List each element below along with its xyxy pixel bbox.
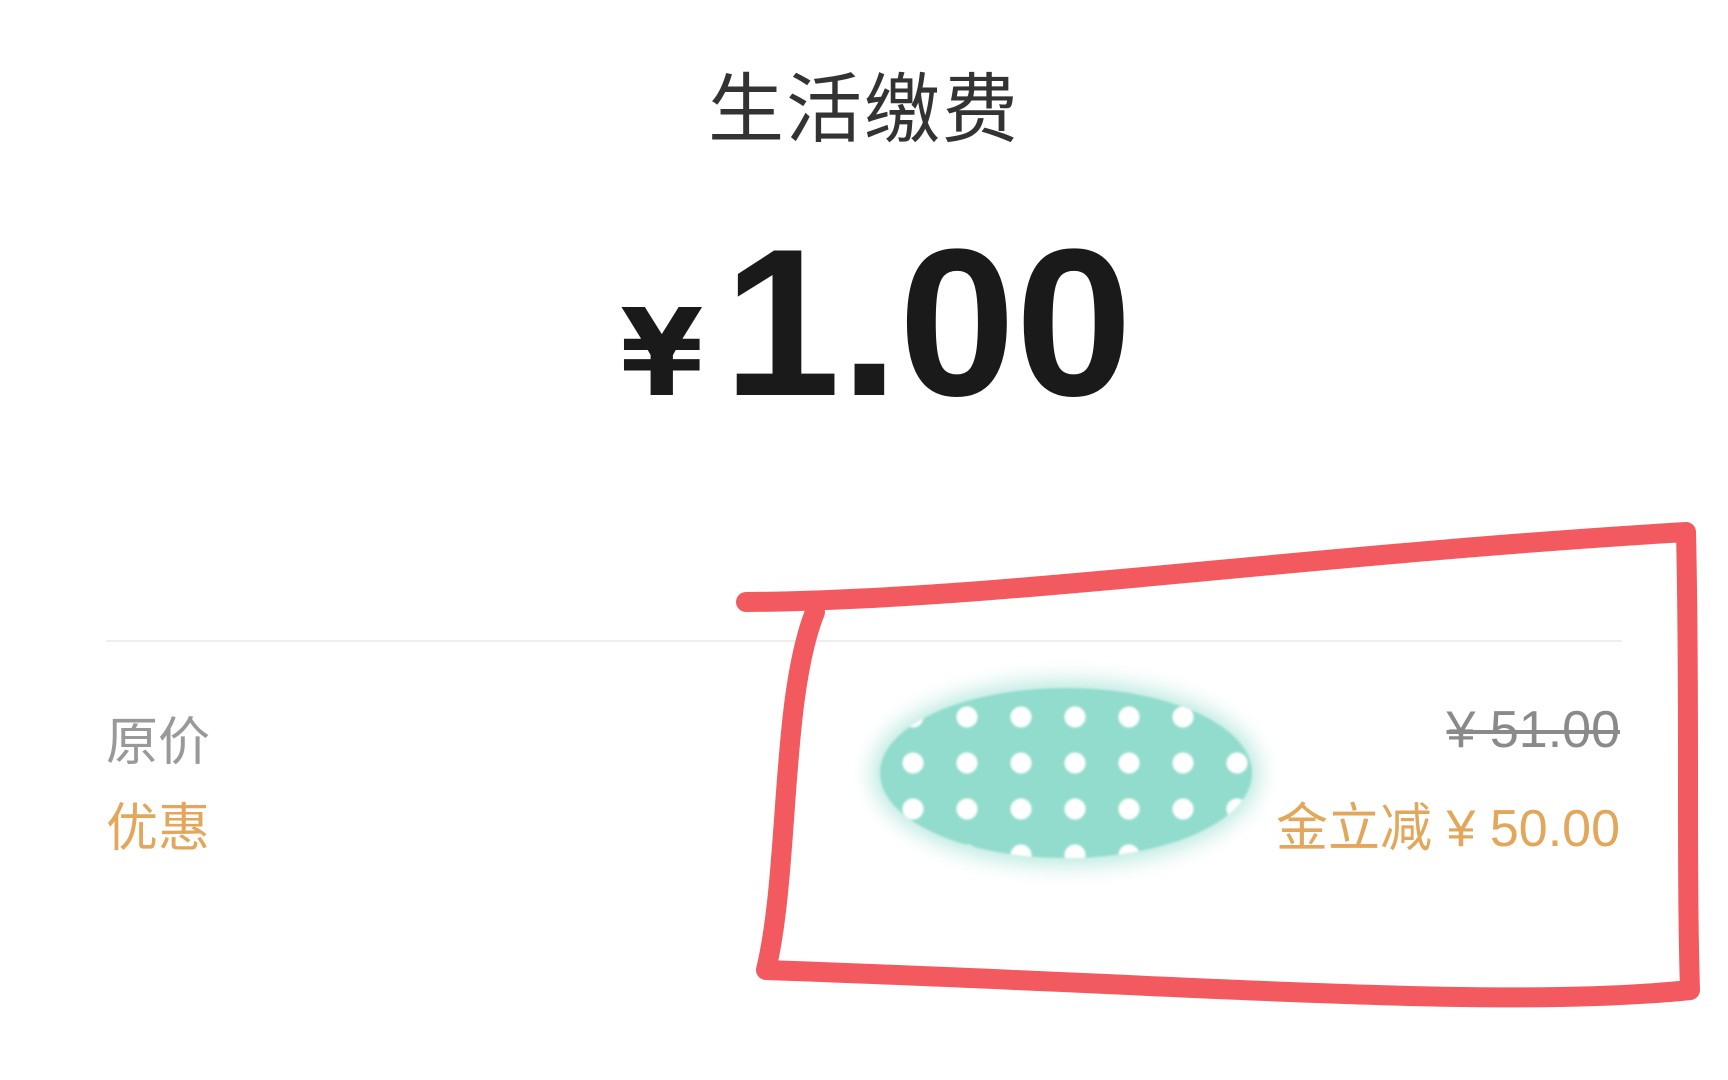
page-title: 生活缴费 bbox=[708, 65, 1020, 154]
discount-value: 金立减 ¥ 50.00 bbox=[1276, 800, 1620, 858]
divider bbox=[106, 640, 1622, 642]
discount-label: 优惠 bbox=[106, 799, 211, 859]
red-highlight-outline bbox=[736, 522, 1700, 1008]
payment-screen: 生活缴费 ¥ 1.00 原价 ¥ 51.00 优惠 金立减 ¥ 50.00 bbox=[0, 0, 1728, 1080]
payment-amount: ¥ 1.00 bbox=[620, 218, 1132, 428]
amount-value: 1.00 bbox=[723, 205, 1133, 440]
original-price-label: 原价 bbox=[106, 713, 211, 773]
redaction-blob bbox=[880, 688, 1252, 858]
original-price-value: ¥ 51.00 bbox=[1446, 701, 1621, 759]
currency-symbol: ¥ bbox=[620, 285, 704, 424]
